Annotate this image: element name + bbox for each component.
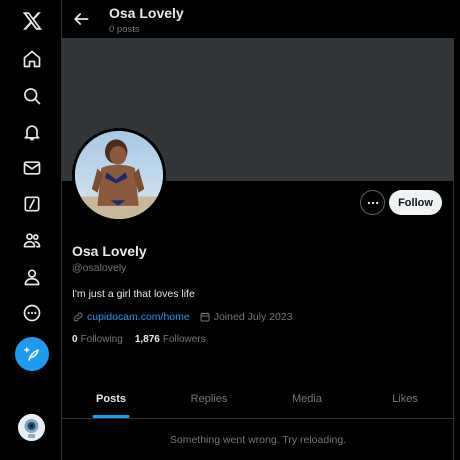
- tab-media[interactable]: Media: [258, 380, 356, 418]
- tab-posts-label: Posts: [96, 393, 126, 405]
- tab-likes-label: Likes: [392, 393, 418, 405]
- follow-button[interactable]: Follow: [389, 190, 442, 215]
- user-handle: @osalovely: [72, 262, 127, 274]
- search-icon[interactable]: [16, 80, 48, 112]
- tab-media-label: Media: [292, 393, 322, 405]
- link-icon: [73, 312, 83, 322]
- x-logo-icon[interactable]: [16, 4, 48, 36]
- calendar-icon: [200, 312, 210, 322]
- account-avatar[interactable]: [18, 414, 45, 441]
- profile-column: Osa Lovely 0 posts Follow Osa Lovely @os…: [62, 0, 454, 460]
- profile-icon[interactable]: [16, 261, 48, 293]
- profile-tabs: Posts Replies Media Likes: [62, 380, 454, 419]
- messages-mail-icon[interactable]: [16, 152, 48, 184]
- back-arrow-icon[interactable]: [71, 9, 91, 29]
- header-title: Osa Lovely: [109, 5, 184, 21]
- tab-replies[interactable]: Replies: [160, 380, 258, 418]
- grok-icon[interactable]: [16, 188, 48, 220]
- follow-stats: 0 Following 1,876 Followers: [72, 334, 218, 345]
- communities-icon[interactable]: [16, 224, 48, 256]
- profile-website-link[interactable]: cupidocam.com/home: [87, 311, 190, 323]
- display-name: Osa Lovely: [72, 243, 147, 259]
- profile-avatar[interactable]: [72, 128, 166, 222]
- followers-count[interactable]: 1,876: [135, 334, 160, 345]
- following-count[interactable]: 0: [72, 334, 78, 345]
- profile-meta: cupidocam.com/home Joined July 2023: [72, 310, 293, 324]
- followers-label[interactable]: Followers: [163, 334, 206, 345]
- following-label[interactable]: Following: [81, 334, 123, 345]
- feather-plus-icon: [24, 347, 39, 361]
- profile-header-bar: Osa Lovely 0 posts: [62, 0, 454, 38]
- ellipsis-icon: [367, 201, 378, 204]
- post-button[interactable]: [15, 337, 49, 371]
- tab-likes[interactable]: Likes: [356, 380, 454, 418]
- notifications-bell-icon[interactable]: [16, 116, 48, 148]
- header-post-count: 0 posts: [109, 24, 140, 35]
- user-bio: I'm just a girl that loves life: [72, 288, 195, 300]
- active-tab-indicator: [92, 415, 130, 418]
- feed-error-message: Something went wrong. Try reloading.: [169, 434, 347, 446]
- joined-date: Joined July 2023: [213, 311, 293, 323]
- home-icon[interactable]: [16, 43, 48, 75]
- tab-replies-label: Replies: [190, 393, 228, 405]
- tab-posts[interactable]: Posts: [62, 380, 160, 418]
- more-circle-icon[interactable]: [16, 297, 48, 329]
- sidebar-nav: [0, 0, 62, 460]
- more-options-button[interactable]: [360, 190, 385, 215]
